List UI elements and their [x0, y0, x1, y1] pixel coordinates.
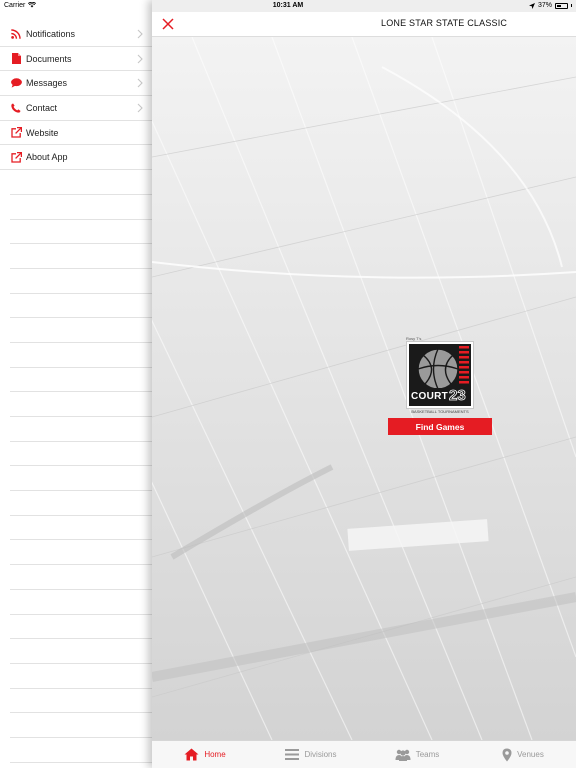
menu-empty-row	[10, 565, 152, 590]
logo-court-text: COURT	[411, 391, 449, 402]
clock: 10:31 AM	[272, 2, 304, 9]
menu-empty-row	[10, 516, 152, 541]
logo-box: COURT 23	[407, 342, 473, 408]
menu-empty-row	[10, 392, 152, 417]
menu-empty-row	[10, 417, 152, 442]
menu-empty-row	[10, 713, 152, 738]
menu-item-notifications[interactable]: Notifications	[0, 22, 152, 47]
menu-item-label: About App	[26, 152, 68, 163]
tab-teams[interactable]: Teams	[364, 741, 470, 768]
find-games-button[interactable]: Find Games	[388, 418, 492, 435]
menu-empty-row	[10, 170, 152, 195]
chat-bubble-icon	[10, 77, 22, 89]
menu-empty-row	[10, 220, 152, 245]
menu-empty-row	[10, 590, 152, 615]
logo-number-text: 23	[449, 387, 466, 405]
menu-empty-row	[10, 689, 152, 714]
home-icon	[184, 748, 199, 761]
map-pin-icon	[502, 748, 512, 761]
logo-top-text: Rosy T's	[406, 336, 422, 341]
phone-icon	[10, 102, 22, 114]
tab-home[interactable]: Home	[152, 741, 258, 768]
menu-empty-row	[10, 491, 152, 516]
list-icon	[285, 749, 300, 760]
menu-list: Notifications Documents Messages Contact	[0, 22, 152, 763]
menu-empty-row	[10, 368, 152, 393]
menu-item-label: Contact	[26, 102, 58, 113]
court-floor-image	[152, 37, 576, 740]
battery-icon	[555, 2, 568, 9]
menu-empty-row	[10, 540, 152, 566]
logo-bottom-text: BASKETBALL TOURNAMENTS	[411, 409, 469, 414]
chevron-right-icon	[137, 78, 143, 88]
menu-empty-row	[10, 294, 152, 319]
tab-label: Teams	[415, 750, 440, 759]
external-link-icon	[10, 127, 22, 139]
menu-empty-row	[10, 269, 152, 294]
battery-tip	[571, 4, 572, 7]
menu-item-messages[interactable]: Messages	[0, 71, 152, 97]
rss-icon	[10, 28, 22, 40]
menu-empty-row	[10, 343, 152, 368]
menu-empty-row	[10, 738, 152, 763]
document-icon	[10, 53, 22, 65]
menu-item-label: Messages	[26, 78, 68, 89]
court-background	[152, 37, 576, 740]
page-title: LONE STAR STATE CLASSIC	[381, 18, 508, 28]
external-link-icon	[10, 151, 22, 163]
menu-item-label: Website	[26, 127, 59, 138]
menu-item-website[interactable]: Website	[0, 121, 152, 146]
menu-empty-row	[10, 466, 152, 492]
status-right: 37%	[528, 2, 572, 9]
teams-icon	[395, 749, 411, 761]
tab-divisions[interactable]: Divisions	[258, 741, 364, 768]
menu-empty-row	[10, 442, 152, 467]
menu-item-documents[interactable]: Documents	[0, 47, 152, 72]
nav-bar: LONE STAR STATE CLASSIC	[152, 12, 576, 37]
location-arrow-icon	[528, 2, 535, 9]
menu-empty-row	[10, 318, 152, 343]
main-panel: LONE STAR STATE CLASSIC Rosy T's COURT 2…	[152, 0, 576, 768]
menu-empty-row	[10, 195, 152, 220]
tab-label: Venues	[517, 750, 544, 759]
menu-item-contact[interactable]: Contact	[0, 96, 152, 121]
menu-empty-row	[10, 244, 152, 269]
menu-empty-rows	[0, 170, 152, 763]
menu-empty-row	[10, 664, 152, 689]
menu-empty-row	[10, 639, 152, 664]
status-bar: Carrier 10:31 AM 37%	[0, 0, 576, 12]
tab-label: Divisions	[304, 750, 337, 759]
chevron-right-icon	[137, 103, 143, 113]
side-menu: Notifications Documents Messages Contact	[0, 0, 152, 768]
menu-item-label: Documents	[26, 53, 72, 64]
menu-item-about-app[interactable]: About App	[0, 145, 152, 171]
tab-venues[interactable]: Venues	[470, 741, 576, 768]
chevron-right-icon	[137, 29, 143, 39]
tab-bar: Home Divisions Teams Venues	[152, 740, 576, 768]
menu-empty-row	[10, 615, 152, 640]
battery-percent: 37%	[537, 2, 552, 9]
chevron-right-icon	[137, 54, 143, 64]
menu-item-label: Notifications	[26, 28, 76, 39]
close-icon[interactable]	[160, 16, 176, 32]
tab-label: Home	[204, 750, 226, 759]
